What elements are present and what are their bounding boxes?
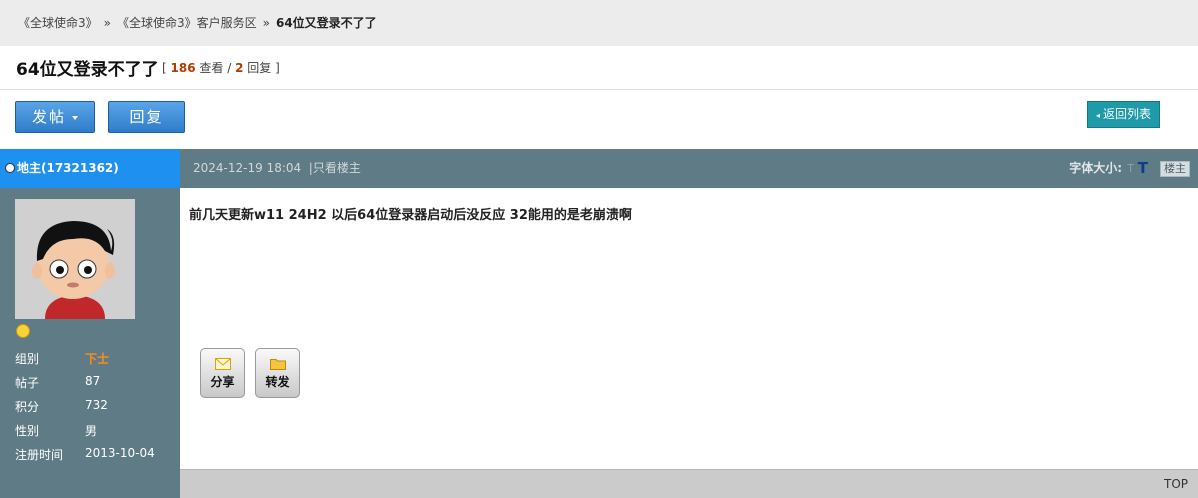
back-to-top-link[interactable]: TOP (1164, 477, 1188, 491)
post-date: 2024-12-19 18:04 (193, 161, 302, 175)
replies-label: 回复 (247, 61, 272, 75)
author-field-points: 积分 732 (15, 398, 108, 415)
share-button[interactable]: 分享 (200, 348, 245, 398)
field-value: 男 (85, 424, 98, 438)
font-small-button[interactable]: T (1127, 149, 1134, 188)
views-count: 186 (170, 61, 196, 75)
breadcrumb-separator: » (103, 16, 111, 30)
chevron-down-icon (72, 115, 78, 120)
thread-title: 64位又登录不了了 (16, 60, 159, 80)
author-bar: 地主(17321362) (0, 149, 180, 188)
breadcrumb-forum-link[interactable]: 《全球使命3》 (18, 16, 98, 30)
field-label: 帖子 (15, 376, 40, 390)
reply-label: 回复 (129, 108, 164, 126)
author-field-gender: 性别 男 (15, 422, 97, 439)
back-to-list-label: 返回列表 (1103, 107, 1152, 121)
breadcrumb-current: 64位又登录不了了 (275, 16, 377, 30)
author-field-register-date: 注册时间 2013-10-04 (15, 446, 155, 463)
replies-count: 2 (235, 61, 244, 75)
smiley-icon (16, 324, 30, 338)
post-header: 2024-12-19 18:04 |只看楼主 字体大小: T T 楼主 (180, 149, 1198, 188)
folder-icon (269, 359, 286, 370)
author-sidebar: 地主(17321362) 组别 下士 帖子 87 积分 732 性别 男 注册时间 201… (0, 149, 180, 498)
post-meta: 2024-12-19 18:04 |只看楼主 (193, 161, 361, 175)
forward-button[interactable]: 转发 (255, 348, 300, 398)
new-post-label: 发帖 (31, 108, 66, 126)
field-value: 732 (85, 398, 108, 412)
field-label: 积分 (15, 400, 40, 414)
avatar[interactable] (15, 199, 135, 319)
font-size-label: 字体大小: (1069, 161, 1122, 175)
field-label: 组别 (15, 352, 40, 366)
reply-button[interactable]: 回复 (108, 101, 185, 133)
online-status-icon (5, 163, 15, 173)
thread-title-row: 64位又登录不了了 [ 186 查看 / 2 回复 ] (0, 46, 1198, 90)
author-field-posts: 帖子 87 (15, 374, 100, 391)
author-field-group: 组别 下士 (15, 350, 109, 367)
field-value: 2013-10-04 (85, 446, 155, 460)
field-value[interactable]: 下士 (85, 350, 109, 367)
breadcrumb-subforum-link[interactable]: 《全球使命3》客户服务区 (117, 16, 257, 30)
field-label: 注册时间 (15, 448, 64, 462)
envelope-icon (214, 358, 231, 370)
only-author-link[interactable]: 只看楼主 (313, 161, 361, 175)
font-big-button[interactable]: T (1138, 149, 1148, 188)
author-name[interactable]: 地主(17321362) (17, 161, 119, 175)
floor-badge: 楼主 (1160, 161, 1190, 177)
back-to-list-button[interactable]: ◂ 返回列表 (1087, 101, 1160, 128)
post-footer: TOP (180, 469, 1198, 498)
views-label: 查看 (199, 61, 224, 75)
thread-stats: [ 186 查看 / 2 回复 ] (162, 61, 280, 75)
chevron-left-icon: ◂ (1095, 111, 1100, 120)
forward-label: 转发 (265, 375, 290, 389)
breadcrumb: 《全球使命3》 » 《全球使命3》客户服务区 » 64位又登录不了了 (0, 0, 1198, 46)
field-value[interactable]: 87 (85, 374, 100, 388)
post-content: 前几天更新w11 24H2 以后64位登录器启动后没反应 32能用的是老崩溃啊 (189, 208, 632, 223)
new-post-button[interactable]: 发帖 (15, 101, 95, 133)
breadcrumb-separator: » (262, 16, 270, 30)
cartoon-boy-avatar-icon (15, 199, 135, 319)
share-label: 分享 (210, 375, 235, 389)
field-label: 性别 (15, 424, 40, 438)
